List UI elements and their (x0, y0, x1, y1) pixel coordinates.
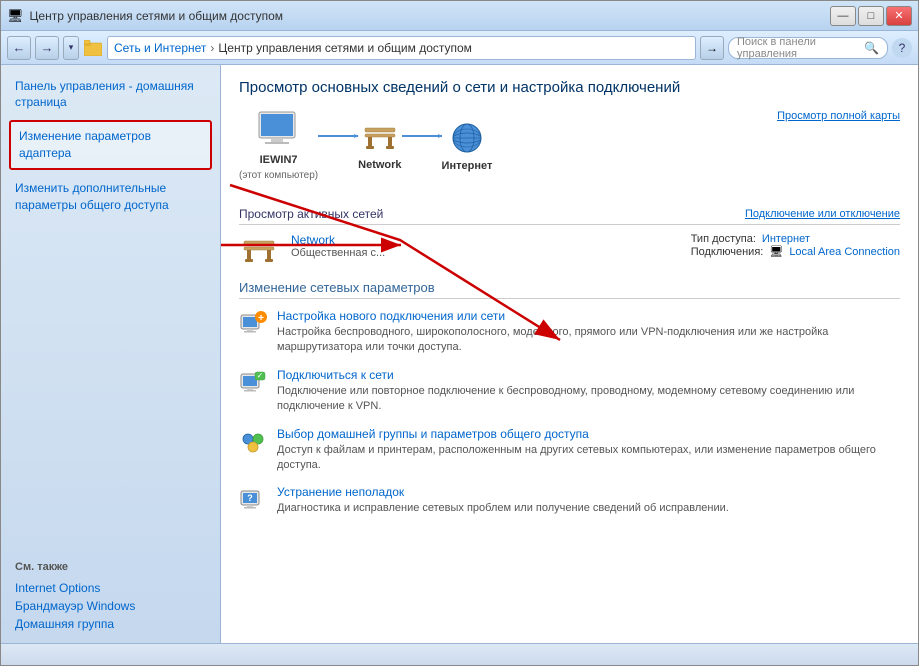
forward-button[interactable]: → (35, 36, 59, 60)
map-network-label: Network (358, 159, 401, 171)
network-map: IEWIN7 (этот компьютер) (239, 110, 492, 181)
setting-desc-new-connection: Настройка беспроводного, широкополосного… (277, 325, 900, 356)
title-bar: 🖥 Центр управления сетями и общим доступ… (1, 1, 918, 31)
globe-icon (447, 120, 487, 156)
connections-value[interactable]: Local Area Connection (789, 246, 900, 258)
search-icon[interactable]: 🔍 (864, 41, 879, 55)
connect-network-icon: ✓ (239, 368, 267, 396)
nav-dropdown-button[interactable]: ▾ (63, 36, 79, 60)
setting-homegroup: Выбор домашней группы и параметров общег… (239, 427, 900, 474)
search-bar[interactable]: Поиск в панели управления 🔍 (728, 37, 888, 59)
access-type-value: Интернет (762, 233, 810, 245)
maximize-button[interactable]: □ (858, 6, 884, 26)
main-area: Панель управления - домашняя страница Из… (1, 65, 918, 643)
content-area: Просмотр основных сведений о сети и наст… (221, 65, 918, 643)
active-network-type: Общественная с... (291, 247, 679, 259)
change-settings-title: Изменение сетевых параметров (239, 280, 900, 299)
computer-icon (255, 110, 303, 150)
setting-connect-network: ✓ Подключиться к сети Подключение или по… (239, 368, 900, 415)
svg-text:✓: ✓ (257, 371, 264, 380)
sidebar-sharing-link[interactable]: Изменить дополнительные параметры общего… (1, 176, 220, 218)
network-map-bench: Network (358, 120, 401, 171)
active-networks-header: Просмотр активных сетей Подключение или … (239, 207, 900, 225)
sidebar-home-link[interactable]: Панель управления - домашняя страница (1, 75, 220, 114)
active-network-name[interactable]: Network (291, 233, 679, 247)
help-button[interactable]: ? (892, 38, 912, 58)
svg-text:?: ? (247, 493, 253, 503)
breadcrumb: IEWIN7 Сеть и Интернет › Центр управлени… (107, 36, 696, 60)
connect-disconnect-link[interactable]: Подключение или отключение (745, 208, 900, 220)
status-bar (1, 643, 918, 665)
sidebar: Панель управления - домашняя страница Из… (1, 65, 221, 643)
page-title: Просмотр основных сведений о сети и наст… (239, 79, 900, 96)
change-settings-section: Изменение сетевых параметров + Настройка… (239, 280, 900, 517)
access-type-label: Тип доступа: (691, 233, 756, 245)
active-networks-title: Просмотр активных сетей (239, 207, 383, 221)
sidebar-see-also-label: См. также (1, 555, 220, 579)
active-network-row: Network Общественная с... Тип доступа: И… (239, 233, 900, 268)
back-button[interactable]: ← (7, 36, 31, 60)
network-map-computer: IEWIN7 (этот компьютер) (239, 110, 318, 181)
connections-label: Подключения: (691, 246, 764, 258)
map-computer-sublabel: (этот компьютер) (239, 170, 318, 181)
svg-text:+: + (258, 313, 264, 324)
setting-desc-connect-network: Подключение или повторное подключение к … (277, 384, 900, 415)
map-line-1 (318, 133, 358, 139)
sidebar-internet-options[interactable]: Internet Options (1, 579, 220, 597)
sidebar-adapter-settings-link[interactable]: Изменение параметров адаптера (9, 120, 212, 170)
active-network-bench-icon (239, 233, 279, 268)
go-button[interactable]: → (700, 36, 724, 60)
sidebar-homegroup[interactable]: Домашняя группа (1, 615, 220, 633)
homegroup-icon (239, 427, 267, 455)
network-map-internet: Интернет (442, 120, 493, 172)
main-window: 🖥 Центр управления сетями и общим доступ… (0, 0, 919, 666)
setting-title-troubleshoot[interactable]: Устранение неполадок (277, 485, 900, 499)
nav-folder-icon (83, 38, 103, 58)
nav-bar: ← → ▾ IEWIN7 Сеть и Интернет › Центр упр… (1, 31, 918, 65)
bench-icon (360, 120, 400, 155)
window-title: Центр управления сетями и общим доступом (30, 9, 284, 23)
sidebar-firewall[interactable]: Брандмауэр Windows (1, 597, 220, 615)
setting-desc-homegroup: Доступ к файлам и принтерам, расположенн… (277, 443, 900, 474)
close-button[interactable]: ✕ (886, 6, 912, 26)
map-internet-label: Интернет (442, 160, 493, 172)
view-full-map-link[interactable]: Просмотр полной карты (777, 110, 900, 122)
window-controls: — □ ✕ (830, 6, 912, 26)
setting-desc-troubleshoot: Диагностика и исправление сетевых пробле… (277, 501, 900, 516)
breadcrumb-current: Центр управления сетями и общим доступом (218, 41, 472, 55)
setting-title-connect-network[interactable]: Подключиться к сети (277, 368, 900, 382)
new-connection-icon: + (239, 309, 267, 337)
setting-troubleshoot: ? Устранение неполадок Диагностика и исп… (239, 485, 900, 516)
setting-title-homegroup[interactable]: Выбор домашней группы и параметров общег… (277, 427, 900, 441)
setting-title-new-connection[interactable]: Настройка нового подключения или сети (277, 309, 900, 323)
map-computer-label: IEWIN7 (260, 154, 298, 166)
troubleshoot-icon: ? (239, 485, 267, 513)
map-line-2 (402, 133, 442, 139)
setting-new-connection: + Настройка нового подключения или сети … (239, 309, 900, 356)
breadcrumb-parent[interactable]: Сеть и Интернет (114, 41, 206, 55)
search-placeholder: Поиск в панели управления (737, 36, 860, 60)
minimize-button[interactable]: — (830, 6, 856, 26)
access-type-block: Тип доступа: Интернет Подключения: 🖥 Loc… (691, 233, 900, 258)
